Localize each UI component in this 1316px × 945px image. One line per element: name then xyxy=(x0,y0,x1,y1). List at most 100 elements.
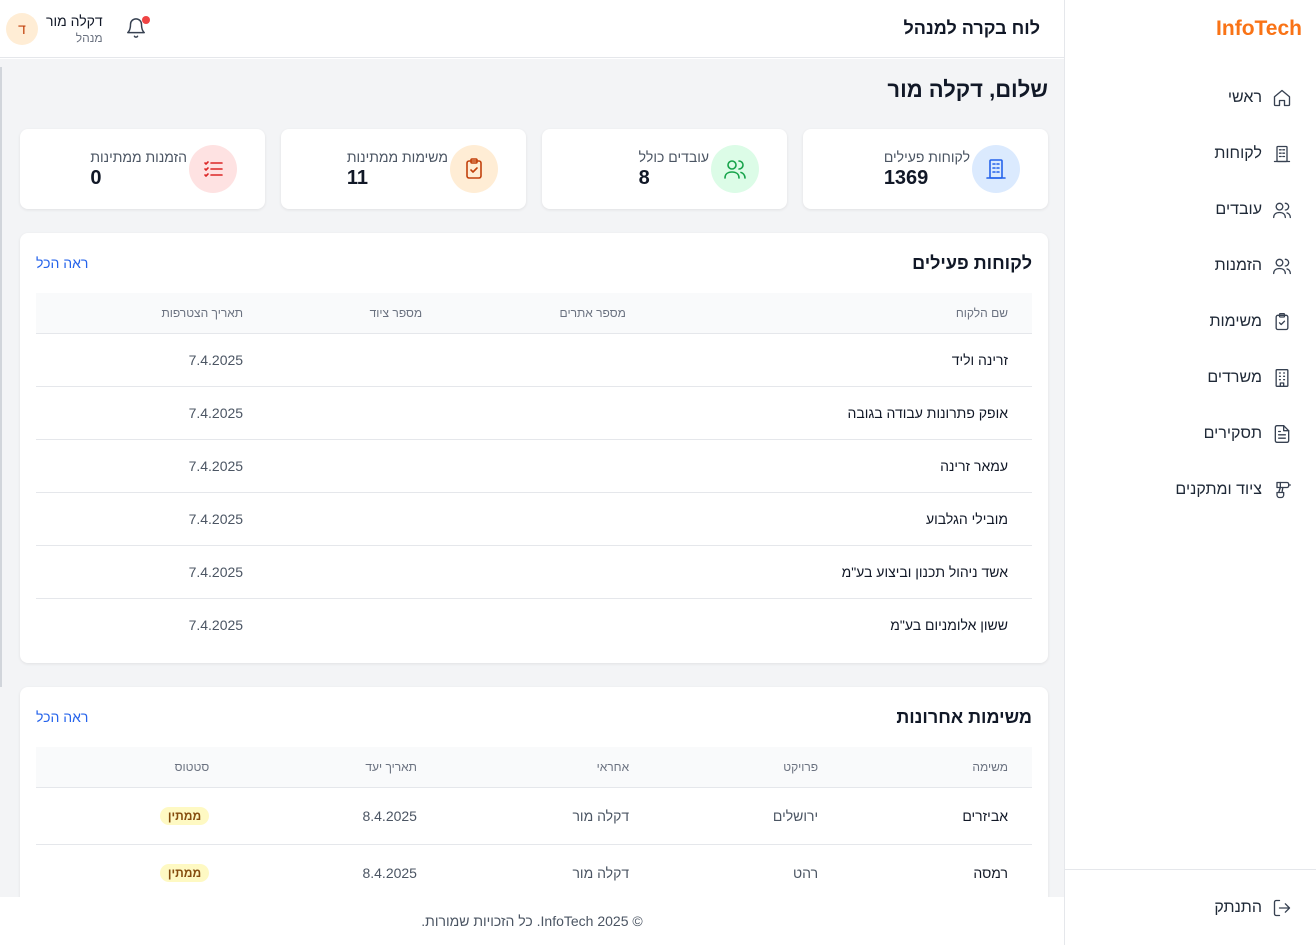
user-info[interactable]: דקלה מור מנהל xyxy=(46,13,103,45)
page-footer: © 2025 InfoTech. כל הזכויות שמורות. xyxy=(0,897,1064,945)
due-date-cell: 8.4.2025 xyxy=(233,844,441,897)
status-cell: ממתין xyxy=(36,844,234,897)
stat-label: עובדים כולל xyxy=(638,148,709,165)
recent-tasks-card: משימות אחרונות ראה הכל משימה פרויקט אחרא… xyxy=(20,687,1048,897)
table-row[interactable]: זרינה וליד 7.4.2025 xyxy=(36,333,1032,387)
stat-card-active-clients[interactable]: לקוחות פעילים 1369 xyxy=(803,129,1048,209)
tasks-table: משימה פרויקט אחראי תאריך יעד סטטוס אביזר… xyxy=(36,747,1032,897)
equipment-cell xyxy=(267,492,447,546)
clipboard-check-icon xyxy=(466,158,482,179)
project-cell: ירושלים xyxy=(653,787,843,845)
greeting: שלום, דקלה מור xyxy=(887,77,1048,102)
sidebar-item-clients[interactable]: לקוחות xyxy=(1065,126,1316,182)
stat-value: 1369 xyxy=(883,166,929,189)
stat-text: הזמנות ממתינות 0 xyxy=(90,149,187,190)
stat-label: הזמנות ממתינות xyxy=(90,148,187,165)
stat-icon-wrapper xyxy=(189,145,237,193)
column-header[interactable]: פרויקט xyxy=(653,747,843,788)
sidebar-item-label: הזמנות xyxy=(1214,257,1262,274)
table-header-row: שם הלקוח מספר אתרים מספר ציוד תאריך הצטר… xyxy=(36,293,1032,334)
user-role: מנהל xyxy=(75,30,103,45)
joined-date-cell: 7.4.2025 xyxy=(36,545,268,599)
table-row[interactable]: אשד ניהול תכנון וביצוע בע"מ 7.4.2025 xyxy=(36,545,1032,599)
table-row[interactable]: אופק פתרונות עבודה בגובה 7.4.2025 xyxy=(36,386,1032,440)
equipment-cell xyxy=(267,598,446,651)
stat-text: משימות ממתינות 11 xyxy=(347,149,448,190)
user-name: דקלה מור xyxy=(46,12,103,29)
logout-button[interactable]: התנתק xyxy=(1065,869,1316,945)
stat-label: משימות ממתינות xyxy=(346,148,448,165)
equipment-cell xyxy=(267,545,447,599)
table-row[interactable]: עמאר זרינה 7.4.2025 xyxy=(36,439,1032,493)
stat-icon-wrapper xyxy=(972,145,1020,193)
document-icon xyxy=(1274,425,1290,443)
building-icon xyxy=(986,159,1006,179)
logout-label: התנתק xyxy=(1214,898,1262,916)
see-all-tasks-link[interactable]: ראה הכל xyxy=(36,709,88,725)
stat-label: לקוחות פעילים xyxy=(883,148,970,165)
copyright-text: © 2025 InfoTech. כל הזכויות שמורות. xyxy=(421,913,643,929)
sidebar-item-orders[interactable]: הזמנות xyxy=(1065,238,1316,294)
sites-cell xyxy=(446,439,650,493)
equipment-cell xyxy=(267,439,447,493)
sidebar-item-label: עובדים xyxy=(1215,201,1262,218)
status-cell: ממתין xyxy=(36,787,234,845)
column-header[interactable]: תאריך הצטרפות xyxy=(36,293,268,334)
office-icon xyxy=(1275,369,1289,387)
drill-icon xyxy=(1276,481,1291,499)
stat-card-pending-orders[interactable]: הזמנות ממתינות 0 xyxy=(20,129,265,209)
sidebar-item-reports[interactable]: תסקירים xyxy=(1065,406,1316,462)
column-header[interactable]: שם הלקוח xyxy=(649,293,1032,334)
table-header-row: משימה פרויקט אחראי תאריך יעד סטטוס xyxy=(36,747,1032,788)
table-row[interactable]: מובילי הגלבוע 7.4.2025 xyxy=(36,492,1032,546)
sidebar-item-tasks[interactable]: משימות xyxy=(1065,294,1316,350)
client-name-cell: זרינה וליד xyxy=(649,333,1032,387)
see-all-clients-link[interactable]: ראה הכל xyxy=(36,255,88,271)
column-header[interactable]: משימה xyxy=(842,747,1032,788)
sites-cell xyxy=(446,333,650,387)
sidebar-item-offices[interactable]: משרדים xyxy=(1065,350,1316,406)
card-header: משימות אחרונות ראה הכל xyxy=(36,687,1032,747)
stat-card-pending-tasks[interactable]: משימות ממתינות 11 xyxy=(281,129,526,209)
stat-card-total-employees[interactable]: עובדים כולל 8 xyxy=(542,129,787,209)
due-date-cell: 8.4.2025 xyxy=(233,787,441,845)
building-icon xyxy=(1273,145,1291,163)
notifications-button[interactable] xyxy=(125,15,150,41)
column-header[interactable]: מספר ציוד xyxy=(267,293,447,334)
top-header: לוח בקרה למנהל ד דקלה מור מנהל xyxy=(0,0,1064,58)
table-row[interactable]: ששון אלומניום בע"מ 7.4.2025 xyxy=(36,598,1032,651)
users-icon xyxy=(1273,258,1291,275)
sites-cell xyxy=(446,386,650,440)
sidebar-item-home[interactable]: ראשי xyxy=(1065,70,1316,126)
equipment-cell xyxy=(267,386,447,440)
table-row[interactable]: אביזרים ירושלים דקלה מור 8.4.2025 ממתין xyxy=(36,787,1032,845)
column-header[interactable]: אחראי xyxy=(440,747,654,788)
scrollbar[interactable] xyxy=(0,67,2,687)
stat-value: 8 xyxy=(638,166,650,189)
table-row[interactable]: רמסה רהט דקלה מור 8.4.2025 ממתין xyxy=(36,844,1032,897)
clipboard-check-icon xyxy=(1275,313,1289,331)
owner-cell: דקלה מור xyxy=(440,787,654,845)
sidebar-nav: ראשי לקוחות עובדים הזמנות משימות משרדים … xyxy=(1065,70,1316,518)
brand-logo[interactable]: InfoTech xyxy=(1065,0,1316,58)
card-title: משימות אחרונות xyxy=(896,706,1032,727)
stat-text: לקוחות פעילים 1369 xyxy=(884,149,970,190)
avatar[interactable]: ד xyxy=(6,12,38,45)
column-header[interactable]: מספר אתרים xyxy=(446,293,650,334)
sidebar: InfoTech ראשי לקוחות עובדים הזמנות משימו… xyxy=(1064,0,1316,945)
column-header[interactable]: סטטוס xyxy=(36,747,234,788)
main-content[interactable]: שלום, דקלה מור לקוחות פעילים 1369 עובדים… xyxy=(0,59,1064,897)
sidebar-item-employees[interactable]: עובדים xyxy=(1065,182,1316,238)
stat-icon-wrapper xyxy=(450,145,498,193)
users-icon xyxy=(1273,202,1291,219)
sites-cell xyxy=(446,598,650,651)
clients-table: שם הלקוח מספר אתרים מספר ציוד תאריך הצטר… xyxy=(36,293,1032,651)
joined-date-cell: 7.4.2025 xyxy=(36,439,268,493)
status-badge: ממתין xyxy=(159,806,210,825)
project-cell: רהט xyxy=(653,844,843,897)
owner-cell: דקלה מור xyxy=(440,844,654,897)
column-header[interactable]: תאריך יעד xyxy=(233,747,441,788)
sidebar-item-equipment[interactable]: ציוד ומתקנים xyxy=(1065,462,1316,518)
stat-value: 0 xyxy=(90,166,102,189)
client-name-cell: ששון אלומניום בע"מ xyxy=(890,616,1008,633)
